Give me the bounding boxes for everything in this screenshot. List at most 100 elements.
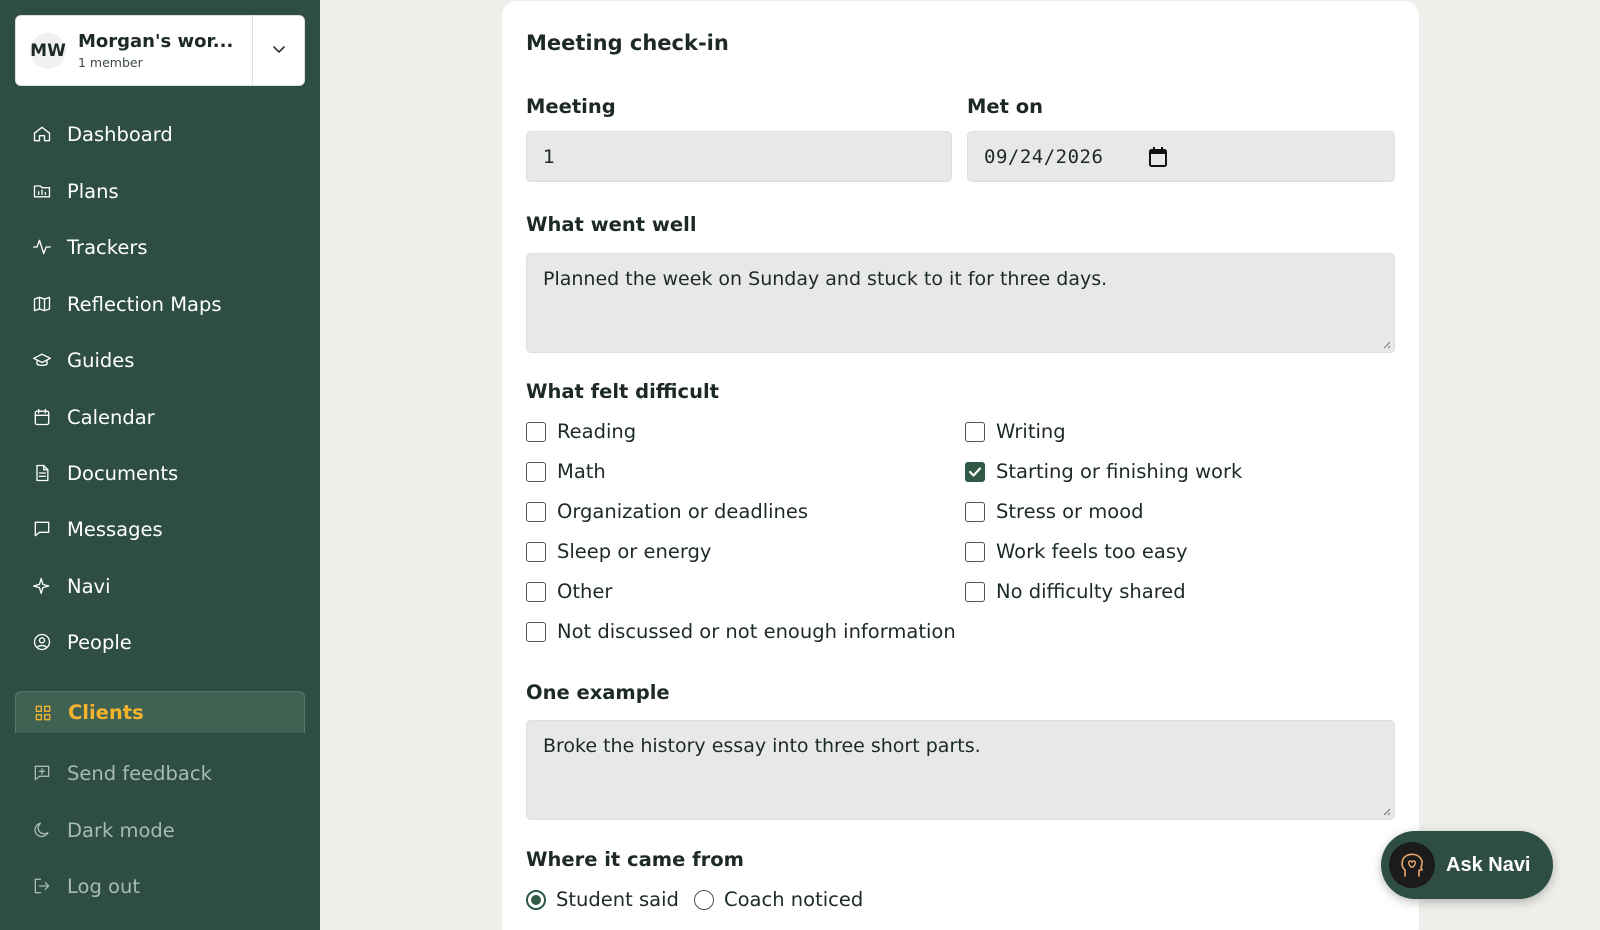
checkbox-work-feels-too-easy[interactable]: Work feels too easy — [965, 540, 1188, 563]
checkbox-label: Reading — [557, 420, 637, 443]
ask-navi-button[interactable]: Ask Navi — [1381, 831, 1553, 899]
workspace-members: 1 member — [78, 55, 143, 70]
checkbox-math[interactable]: Math — [526, 460, 606, 483]
checkbox-other[interactable]: Other — [526, 580, 612, 603]
resize-handle-icon[interactable] — [1381, 806, 1391, 816]
activity-icon — [31, 236, 53, 258]
checkbox-label: Stress or mood — [996, 500, 1144, 523]
checkbox-box[interactable] — [526, 421, 546, 442]
radio-label: Student said — [556, 888, 679, 911]
checkbox-box[interactable] — [965, 581, 985, 602]
checkbox-label: Starting or finishing work — [996, 460, 1243, 483]
radio-label: Coach noticed — [724, 888, 864, 911]
logout-icon — [31, 875, 53, 897]
checkbox-box[interactable] — [526, 501, 546, 522]
checkbox-sleep-or-energy[interactable]: Sleep or energy — [526, 540, 711, 563]
checkbox-starting-or-finishing-work[interactable]: Starting or finishing work — [965, 460, 1242, 483]
sidebar-item-label: Documents — [67, 461, 179, 485]
sidebar-item-label: People — [67, 630, 132, 654]
went-well-textarea[interactable]: Planned the week on Sunday and stuck to … — [526, 253, 1395, 353]
met-on-value: 09/24/2026 — [984, 145, 1104, 168]
example-value: Broke the history essay into three short… — [543, 735, 981, 757]
checkbox-box[interactable] — [965, 541, 985, 562]
log-out-button[interactable]: Log out — [15, 864, 305, 908]
sidebar-item-guides[interactable]: Guides — [15, 338, 305, 382]
home-icon — [31, 123, 53, 145]
checkbox-label: Math — [557, 460, 606, 483]
sidebar-item-label: Dark mode — [67, 818, 175, 842]
meeting-label: Meeting — [526, 95, 616, 118]
example-label: One example — [526, 681, 670, 704]
checkbox-label: Writing — [996, 420, 1066, 443]
checkbox-box[interactable] — [526, 461, 546, 482]
checkbox-box[interactable] — [526, 541, 546, 562]
sidebar-item-people[interactable]: People — [15, 620, 305, 664]
workspace-switcher[interactable]: MW Morgan's wor... 1 member — [15, 15, 305, 86]
document-icon — [31, 462, 53, 484]
checkbox-box[interactable] — [526, 621, 546, 642]
went-well-value: Planned the week on Sunday and stuck to … — [543, 268, 1108, 290]
meeting-value: 1 — [543, 145, 556, 168]
meeting-checkin-card: Meeting check-in Meeting 1 Met on 09/24/… — [502, 1, 1419, 930]
sidebar-item-plans[interactable]: Plans — [15, 169, 305, 213]
checkbox-label: Not discussed or not enough information — [557, 620, 956, 643]
chevron-down-icon — [272, 41, 286, 60]
checkbox-box[interactable] — [965, 461, 985, 482]
navi-heart-head-icon — [1389, 842, 1435, 888]
met-on-date-input[interactable]: 09/24/2026 — [967, 131, 1395, 182]
checkbox-box[interactable] — [526, 581, 546, 602]
send-feedback-button[interactable]: Send feedback — [15, 751, 305, 795]
radio-button[interactable] — [694, 889, 714, 910]
sidebar-item-label: Trackers — [67, 235, 148, 259]
resize-handle-icon[interactable] — [1381, 339, 1391, 349]
checkbox-box[interactable] — [965, 501, 985, 522]
workspace-dropdown-button[interactable] — [252, 15, 304, 86]
went-well-label: What went well — [526, 213, 697, 236]
sidebar-item-label: Dashboard — [67, 122, 173, 146]
radio-student-said[interactable]: Student said — [526, 888, 679, 911]
sidebar-item-label: Messages — [67, 517, 163, 541]
checkbox-label: Organization or deadlines — [557, 500, 809, 523]
sidebar-item-label: Calendar — [67, 405, 155, 429]
checkbox-box[interactable] — [965, 421, 985, 442]
sidebar-item-label: Send feedback — [67, 761, 212, 785]
sidebar: MW Morgan's wor... 1 member Dashboard Pl… — [0, 0, 320, 930]
sidebar-item-clients[interactable]: Clients — [15, 691, 305, 733]
calendar-picker-icon[interactable] — [1148, 146, 1168, 173]
checkbox-reading[interactable]: Reading — [526, 420, 636, 443]
checkbox-label: Other — [557, 580, 613, 603]
sidebar-item-trackers[interactable]: Trackers — [15, 225, 305, 269]
meeting-input[interactable]: 1 — [526, 131, 952, 182]
sidebar-item-reflection-maps[interactable]: Reflection Maps — [15, 282, 305, 326]
calendar-icon — [31, 406, 53, 428]
sidebar-item-label: Plans — [67, 179, 119, 203]
radio-coach-noticed[interactable]: Coach noticed — [694, 888, 863, 911]
workspace-avatar: MW — [30, 32, 66, 69]
checkbox-label: Work feels too easy — [996, 540, 1188, 563]
page-title: Meeting check-in — [526, 31, 729, 55]
checkbox-stress-or-mood[interactable]: Stress or mood — [965, 500, 1144, 523]
moon-icon — [31, 819, 53, 841]
sidebar-item-label: Log out — [67, 874, 140, 898]
sidebar-item-documents[interactable]: Documents — [15, 451, 305, 495]
sidebar-item-label: Clients — [68, 701, 144, 724]
message-square-icon — [31, 518, 53, 540]
checkbox-not-discussed[interactable]: Not discussed or not enough information — [526, 620, 956, 643]
met-on-label: Met on — [967, 95, 1044, 118]
grid-icon — [32, 702, 54, 724]
radio-button[interactable] — [526, 889, 546, 910]
map-icon — [31, 293, 53, 315]
checkbox-organization-or-deadlines[interactable]: Organization or deadlines — [526, 500, 808, 523]
sidebar-item-navi[interactable]: Navi — [15, 564, 305, 608]
sidebar-item-dashboard[interactable]: Dashboard — [15, 112, 305, 156]
user-circle-icon — [31, 631, 53, 653]
checkbox-no-difficulty-shared[interactable]: No difficulty shared — [965, 580, 1186, 603]
sparkle-icon — [31, 575, 53, 597]
dark-mode-toggle[interactable]: Dark mode — [15, 808, 305, 852]
sidebar-item-label: Navi — [67, 574, 111, 598]
sidebar-item-calendar[interactable]: Calendar — [15, 395, 305, 439]
sidebar-item-messages[interactable]: Messages — [15, 507, 305, 551]
example-textarea[interactable]: Broke the history essay into three short… — [526, 720, 1395, 820]
checkbox-writing[interactable]: Writing — [965, 420, 1066, 443]
checkbox-label: No difficulty shared — [996, 580, 1186, 603]
